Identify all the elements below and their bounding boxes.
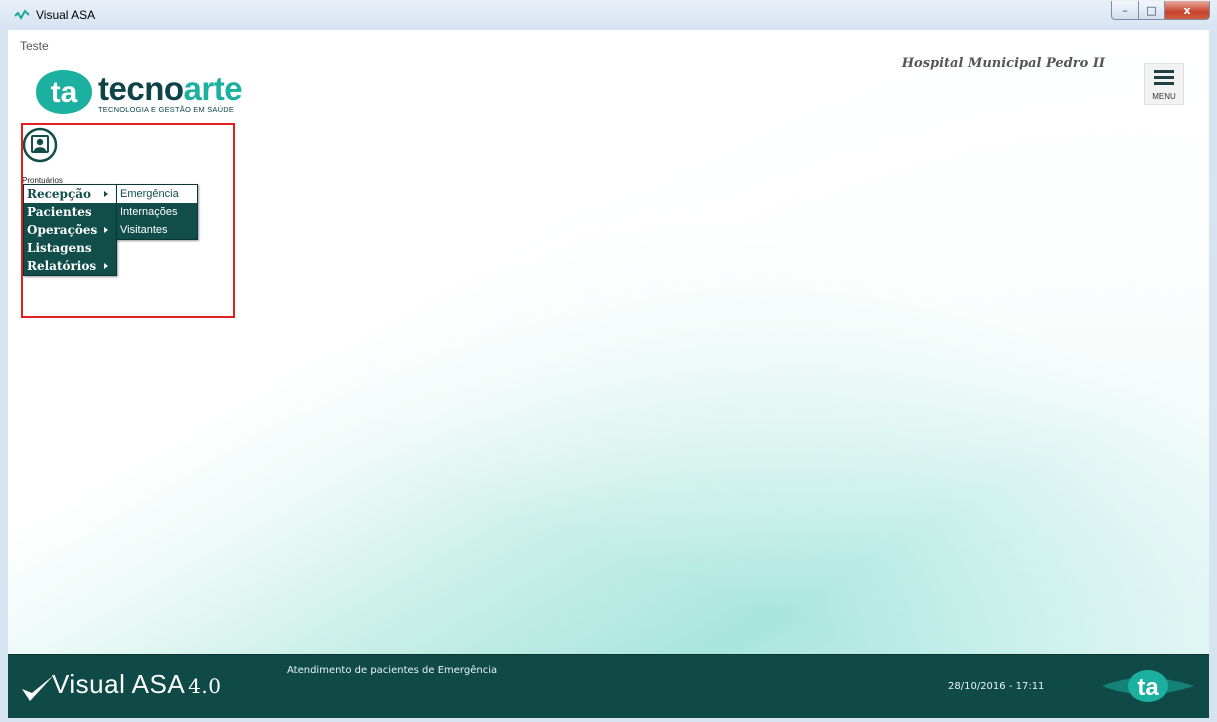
window-title: Visual ASA (36, 8, 96, 22)
menu-item-label: Operações (27, 223, 98, 237)
logo-mark-text: ta (51, 76, 78, 109)
logo-name-dark: tecno (98, 70, 184, 107)
menu-button-label: MENU (1152, 92, 1176, 101)
footer-status-text: Atendimento de pacientes de Emergência (287, 665, 498, 676)
menu-item-listagens[interactable]: Listagens (24, 239, 116, 257)
menu-item-label: Recepção (27, 187, 92, 201)
menu-item-pacientes[interactable]: Pacientes (24, 203, 116, 221)
app-icon (14, 9, 30, 20)
main-menu: Recepção Pacientes Operações Listagens R… (23, 184, 117, 276)
menu-item-label: Listagens (27, 241, 92, 255)
submenu-arrow-icon (104, 191, 108, 197)
window-controls: – □ x (1111, 1, 1210, 20)
main-content-area: Teste Hospital Municipal Pedro II MENU t… (8, 30, 1209, 654)
menu-item-recepcao[interactable]: Recepção (24, 185, 116, 203)
logo-name: tecnoarte (98, 70, 243, 107)
submenu-item-internacoes[interactable]: Internações (117, 203, 197, 221)
ta-logo-mark: ta (36, 70, 92, 114)
footer-brand-name: Visual ASA (52, 669, 186, 699)
submenu-recepcao: Emergência Internações Visitantes (116, 184, 198, 240)
minimize-button[interactable]: – (1111, 1, 1139, 20)
maximize-button[interactable]: □ (1139, 1, 1165, 20)
patient-record-icon[interactable] (22, 127, 58, 163)
submenu-arrow-icon (104, 227, 108, 233)
submenu-arrow-icon (104, 263, 108, 269)
footer-datetime: 28/10/2016 - 17:11 (948, 681, 1045, 692)
tecnoarte-logo: ta tecnoarte TECNOLOGIA E GESTÃO EM SAÚD… (32, 68, 272, 120)
menu-item-label: Pacientes (27, 205, 92, 219)
window-frame-left (0, 30, 8, 722)
footer-brand: Visual ASA 4.0 (52, 669, 221, 700)
menu-item-operacoes[interactable]: Operações (24, 221, 116, 239)
menu-item-relatorios[interactable]: Relatórios (24, 257, 116, 275)
footer-logo-text: ta (1137, 674, 1159, 701)
logo-tagline: TECNOLOGIA E GESTÃO EM SAÚDE (98, 105, 235, 114)
menu-button[interactable]: MENU (1144, 63, 1184, 105)
hospital-name: Hospital Municipal Pedro II (901, 56, 1105, 71)
submenu-item-visitantes[interactable]: Visitantes (117, 221, 197, 239)
footer-version: 4.0 (188, 674, 222, 698)
ta-logo-icon: ta (1102, 670, 1194, 702)
status-footer: Visual ASA 4.0 Atendimento de pacientes d… (8, 654, 1209, 718)
environment-label: Teste (20, 39, 49, 53)
logo-name-accent: arte (183, 70, 243, 107)
window-frame-right (1209, 30, 1217, 722)
window-titlebar: Visual ASA – □ x (0, 0, 1217, 31)
close-button[interactable]: x (1165, 1, 1210, 20)
hamburger-icon (1154, 70, 1174, 88)
menu-item-label: Relatórios (27, 259, 97, 273)
submenu-item-emergencia[interactable]: Emergência (117, 185, 197, 203)
